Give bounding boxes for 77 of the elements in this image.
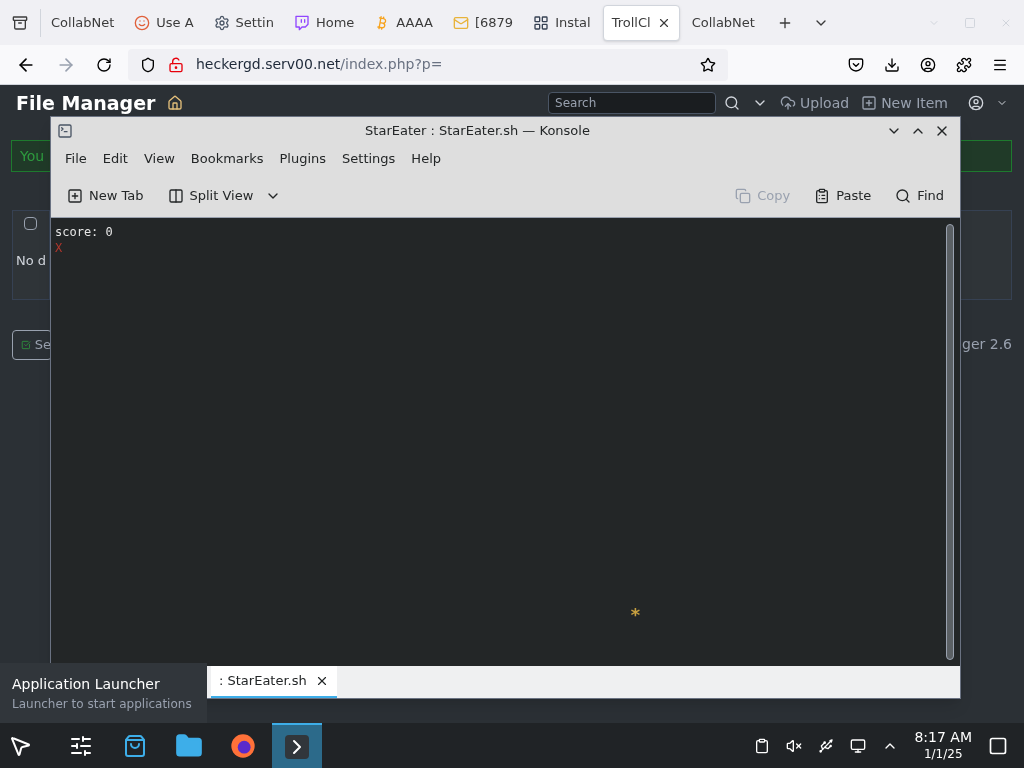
browser-tab[interactable]: CollabNet	[43, 4, 123, 41]
toolbar-button[interactable]: New Tab	[63, 185, 148, 206]
chat-bubble-icon	[293, 14, 310, 31]
menu-item[interactable]: Settings	[334, 145, 404, 173]
menu-item[interactable]: Edit	[94, 145, 136, 173]
sliders-icon	[69, 733, 93, 758]
home-icon[interactable]	[167, 95, 184, 111]
shopping-bag-icon	[123, 733, 147, 758]
menu-item[interactable]: View	[135, 145, 183, 173]
browser-icon	[229, 731, 257, 760]
browser-tab[interactable]: [6879	[444, 4, 522, 41]
new-tab-icon	[67, 187, 83, 204]
mail-icon	[452, 14, 469, 31]
address-bar[interactable]: heckergd.serv00.net/index.php?p=	[128, 48, 728, 81]
checkbox-icon	[21, 339, 31, 351]
search-icon[interactable]	[724, 95, 741, 111]
split-view-icon	[167, 187, 184, 204]
clipboard-icon	[814, 187, 831, 204]
tooltip-title: Application Launcher	[12, 674, 161, 694]
folder-icon	[175, 731, 203, 760]
checkbox[interactable]	[24, 217, 37, 230]
terminal-screen[interactable]: score: 0 X *	[51, 218, 960, 666]
menu-item[interactable]: Bookmarks	[182, 145, 272, 173]
muted-volume-icon[interactable]	[786, 737, 803, 754]
tooltip-subtitle: Launcher to start applications	[12, 695, 193, 713]
pocket-icon[interactable]	[848, 56, 864, 73]
browser-tab[interactable]: Home	[285, 4, 363, 41]
empty-message: No d	[16, 252, 47, 270]
grid-icon	[533, 14, 550, 31]
insecure-lock-icon	[168, 56, 184, 73]
footer-text: ger 2.6	[962, 335, 1012, 354]
account-icon[interactable]	[920, 56, 936, 73]
usb-icon[interactable]	[818, 737, 835, 754]
search-icon	[895, 187, 912, 204]
scrollbar[interactable]	[946, 224, 954, 660]
browser-tab[interactable]: Settin	[205, 4, 282, 41]
browser-tab[interactable]: CollabNet	[683, 4, 763, 41]
star-glyph: *	[630, 606, 641, 624]
browser-tab[interactable]: Instal	[525, 4, 599, 41]
alert-panel	[960, 140, 1012, 172]
terminal-line: X	[55, 240, 64, 256]
network-icon[interactable]	[850, 737, 867, 754]
search-field[interactable]: Search	[548, 92, 717, 114]
extensions-icon[interactable]	[956, 56, 972, 73]
toolbar-button[interactable]: Split View	[163, 185, 258, 206]
toolbar-button[interactable]: Find	[891, 185, 948, 206]
url-text: heckergd.serv00.net/index.php?p=	[196, 55, 443, 74]
menu-item[interactable]: File	[57, 145, 95, 173]
toolbar-link[interactable]: Upload	[780, 92, 850, 114]
browser-tab[interactable]: Use A	[126, 4, 202, 41]
terminal-icon	[285, 734, 309, 759]
user-icon[interactable]	[968, 95, 984, 111]
alert-text: You	[20, 146, 45, 166]
browser-tab[interactable]: AAAA	[366, 4, 441, 41]
menu-item[interactable]: Plugins	[271, 145, 335, 173]
toolbar-button[interactable]: Paste	[810, 185, 876, 206]
settings-icon	[213, 14, 230, 31]
shield-icon	[140, 56, 156, 73]
clock[interactable]: 8:17 AM 1/1/25	[914, 729, 972, 762]
copy-icon	[735, 187, 752, 204]
terminal-tab[interactable]: : StarEater.sh	[211, 666, 337, 698]
show-desktop-icon[interactable]	[988, 735, 1008, 756]
toolbar-link[interactable]: New Item	[861, 92, 948, 114]
menu-item[interactable]: Help	[403, 145, 449, 173]
bookmark-star-icon[interactable]	[700, 56, 716, 73]
reload-icon[interactable]	[96, 56, 112, 73]
download-icon[interactable]	[884, 56, 900, 73]
upload-icon	[780, 95, 797, 111]
clipboard-icon[interactable]	[754, 737, 771, 754]
plus-icon	[861, 95, 878, 111]
browser-tab[interactable]: TrollCl	[602, 4, 680, 41]
terminal-icon	[57, 122, 73, 139]
page-title: File Manager	[16, 90, 156, 116]
terminal-line: score: 0	[55, 224, 114, 240]
smiley-icon	[134, 14, 151, 31]
tab-overview-icon[interactable]	[12, 14, 28, 31]
window-title: StarEater : StarEater.sh — Konsole	[364, 121, 591, 140]
